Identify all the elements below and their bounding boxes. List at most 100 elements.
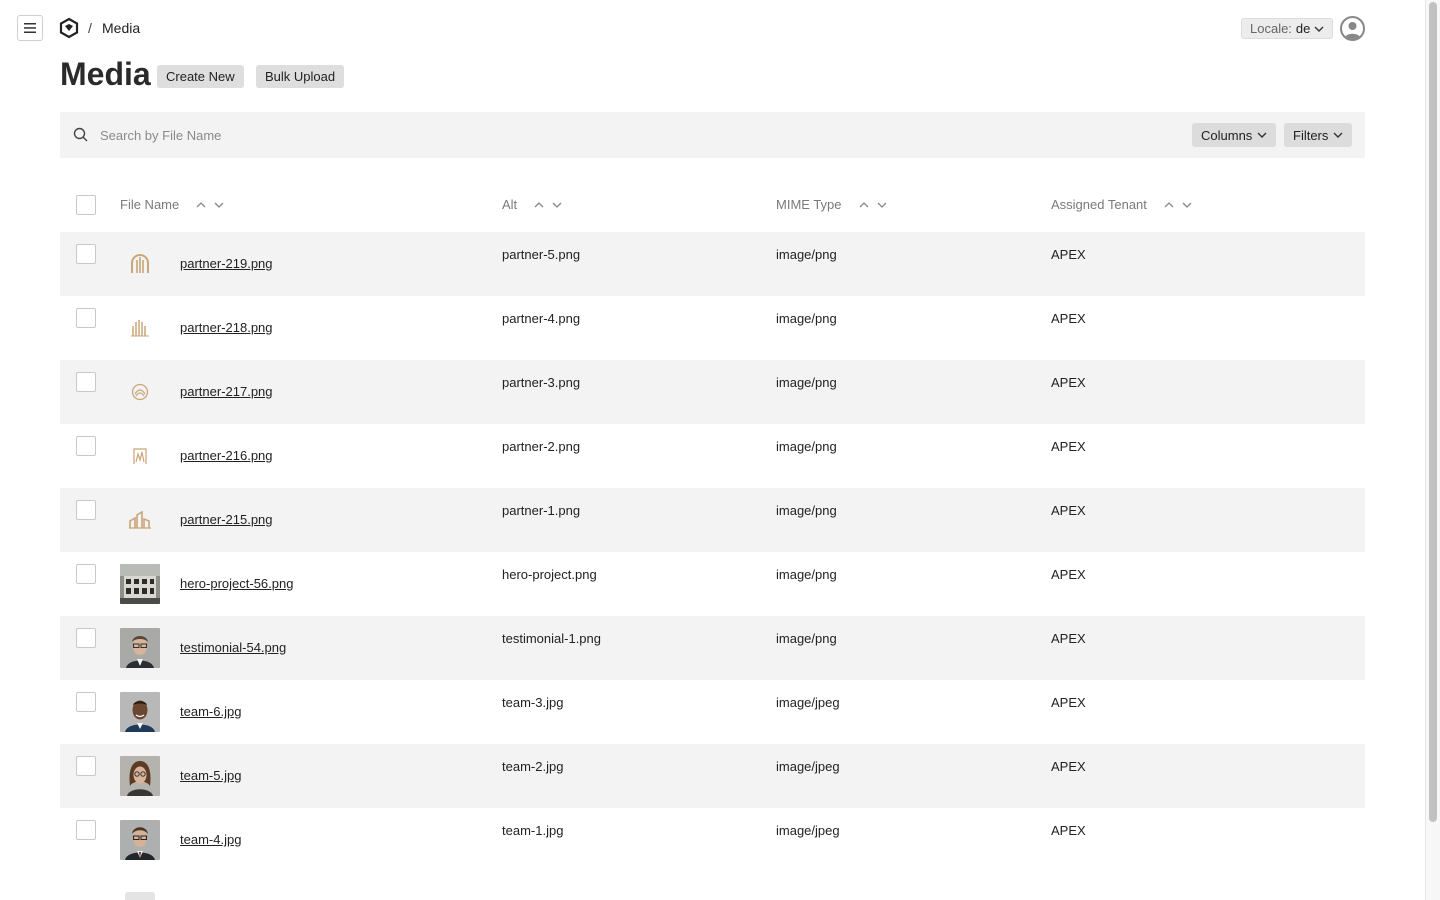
row-checkbox[interactable] bbox=[76, 308, 96, 328]
alt-cell: partner-1.png bbox=[502, 503, 581, 518]
table-row[interactable]: testimonial-54.png testimonial-1.png ima… bbox=[60, 616, 1365, 680]
tenant-cell: APEX bbox=[1051, 759, 1086, 774]
file-name-link[interactable]: hero-project-56.png bbox=[180, 576, 293, 591]
sort-asc-icon[interactable] bbox=[1163, 199, 1175, 211]
alt-cell: partner-2.png bbox=[502, 439, 581, 454]
mime-cell: image/jpeg bbox=[776, 695, 840, 710]
sort-asc-icon[interactable] bbox=[195, 199, 207, 211]
mime-cell: image/png bbox=[776, 375, 837, 390]
filters-button[interactable]: Filters bbox=[1284, 123, 1353, 147]
mime-cell: image/png bbox=[776, 503, 837, 518]
partner-logo-icon bbox=[131, 254, 149, 273]
page-title: Media bbox=[60, 56, 151, 92]
alt-cell: hero-project.png bbox=[502, 567, 597, 582]
table-row[interactable]: partner-217.png partner-3.png image/png … bbox=[60, 360, 1365, 424]
select-all-checkbox[interactable] bbox=[76, 195, 96, 215]
partner-logo-icon bbox=[133, 448, 147, 464]
file-name-link[interactable]: partner-218.png bbox=[180, 320, 273, 335]
row-checkbox[interactable] bbox=[76, 500, 96, 520]
header-file-name: File Name bbox=[120, 197, 225, 212]
mime-cell: image/png bbox=[776, 439, 837, 454]
pagination-control[interactable] bbox=[125, 892, 155, 900]
person-photo-icon bbox=[120, 628, 160, 668]
sort-desc-icon[interactable] bbox=[876, 199, 888, 211]
table-row[interactable]: partner-219.png partner-5.png image/png … bbox=[60, 232, 1365, 296]
row-checkbox[interactable] bbox=[76, 244, 96, 264]
tenant-cell: APEX bbox=[1051, 503, 1086, 518]
chevron-down-icon bbox=[1333, 132, 1343, 138]
mime-cell: image/jpeg bbox=[776, 823, 840, 838]
columns-button[interactable]: Columns bbox=[1192, 123, 1277, 147]
table-row[interactable]: partner-218.png partner-4.png image/png … bbox=[60, 296, 1365, 360]
table-row[interactable]: team-4.jpg team-1.jpg image/jpeg APEX bbox=[60, 808, 1365, 872]
table-row[interactable]: partner-215.png partner-1.png image/png … bbox=[60, 488, 1365, 552]
person-photo-icon bbox=[120, 692, 160, 732]
page-scrollbar[interactable] bbox=[1425, 0, 1440, 900]
chevron-down-icon bbox=[1314, 26, 1324, 32]
hamburger-icon bbox=[24, 23, 36, 33]
menu-toggle-button[interactable] bbox=[17, 15, 43, 41]
tenant-cell: APEX bbox=[1051, 631, 1086, 646]
alt-cell: partner-4.png bbox=[502, 311, 581, 326]
file-name-link[interactable]: partner-215.png bbox=[180, 512, 273, 527]
search-input[interactable] bbox=[100, 124, 1180, 146]
table-row[interactable]: team-5.jpg team-2.jpg image/jpeg APEX bbox=[60, 744, 1365, 808]
file-name-link[interactable]: testimonial-54.png bbox=[180, 640, 286, 655]
sort-desc-icon[interactable] bbox=[551, 199, 563, 211]
row-checkbox[interactable] bbox=[76, 820, 96, 840]
row-checkbox[interactable] bbox=[76, 756, 96, 776]
alt-cell: team-1.jpg bbox=[502, 823, 564, 838]
header-alt: Alt bbox=[502, 197, 563, 212]
file-name-link[interactable]: team-4.jpg bbox=[180, 832, 241, 847]
header-mime-type: MIME Type bbox=[776, 197, 888, 212]
row-checkbox[interactable] bbox=[76, 436, 96, 456]
alt-cell: team-3.jpg bbox=[502, 695, 564, 710]
sort-asc-icon[interactable] bbox=[858, 199, 870, 211]
file-name-link[interactable]: team-6.jpg bbox=[180, 704, 241, 719]
breadcrumb-current: Media bbox=[102, 20, 141, 36]
sort-desc-icon[interactable] bbox=[1181, 199, 1193, 211]
mime-cell: image/png bbox=[776, 247, 837, 262]
table-header: File Name Alt MIME Type Assigned Tenant bbox=[60, 190, 1365, 220]
row-checkbox[interactable] bbox=[76, 692, 96, 712]
partner-logo-icon bbox=[131, 320, 149, 337]
create-new-button[interactable]: Create New bbox=[157, 65, 244, 88]
file-name-link[interactable]: partner-219.png bbox=[180, 256, 273, 271]
scrollbar-thumb[interactable] bbox=[1429, 2, 1437, 822]
mime-cell: image/png bbox=[776, 631, 837, 646]
row-checkbox[interactable] bbox=[76, 564, 96, 584]
tenant-cell: APEX bbox=[1051, 439, 1086, 454]
chevron-down-icon bbox=[1257, 132, 1267, 138]
tenant-cell: APEX bbox=[1051, 695, 1086, 710]
top-bar: / Media Locale: de bbox=[0, 0, 1425, 56]
app-logo-icon[interactable] bbox=[58, 17, 80, 39]
row-checkbox[interactable] bbox=[76, 372, 96, 392]
row-checkbox[interactable] bbox=[76, 628, 96, 648]
sort-desc-icon[interactable] bbox=[213, 199, 225, 211]
sort-asc-icon[interactable] bbox=[533, 199, 545, 211]
locale-selector[interactable]: Locale: de bbox=[1241, 18, 1334, 39]
mime-cell: image/png bbox=[776, 311, 837, 326]
columns-label: Columns bbox=[1201, 127, 1253, 143]
header-tenant: Assigned Tenant bbox=[1051, 197, 1193, 212]
locale-label: Locale: bbox=[1250, 21, 1292, 36]
table-row[interactable]: hero-project-56.png hero-project.png ima… bbox=[60, 552, 1365, 616]
person-photo-icon bbox=[120, 820, 160, 860]
thumbnail bbox=[120, 436, 160, 476]
file-name-link[interactable]: partner-217.png bbox=[180, 384, 273, 399]
person-photo-icon bbox=[120, 756, 160, 796]
table-row[interactable]: partner-216.png partner-2.png image/png … bbox=[60, 424, 1365, 488]
filters-label: Filters bbox=[1293, 127, 1329, 143]
file-name-link[interactable]: team-5.jpg bbox=[180, 768, 241, 783]
breadcrumb-separator: / bbox=[88, 20, 92, 36]
file-name-link[interactable]: partner-216.png bbox=[180, 448, 273, 463]
alt-cell: testimonial-1.png bbox=[502, 631, 601, 646]
header-mime-type-label: MIME Type bbox=[776, 197, 842, 212]
locale-value: de bbox=[1295, 21, 1311, 36]
bulk-upload-button[interactable]: Bulk Upload bbox=[256, 65, 345, 88]
media-table-body: partner-219.png partner-5.png image/png … bbox=[60, 232, 1365, 872]
user-avatar[interactable] bbox=[1340, 16, 1365, 41]
table-row[interactable]: team-6.jpg team-3.jpg image/jpeg APEX bbox=[60, 680, 1365, 744]
user-icon bbox=[1344, 22, 1361, 39]
tenant-cell: APEX bbox=[1051, 375, 1086, 390]
